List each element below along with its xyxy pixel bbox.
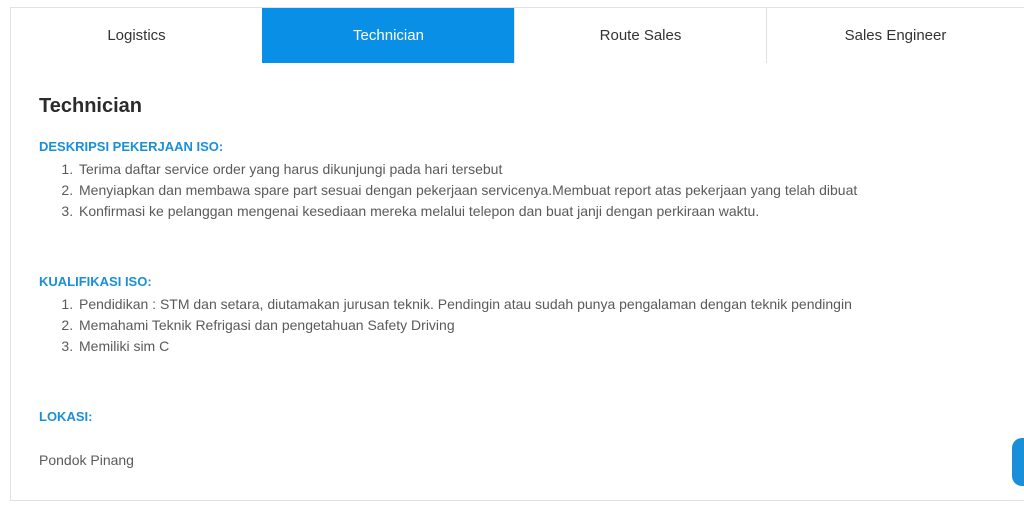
- list-item: Pendidikan : STM dan setara, diutamakan …: [77, 294, 1007, 315]
- tab-sales-engineer[interactable]: Sales Engineer: [766, 8, 1024, 64]
- tab-route-sales[interactable]: Route Sales: [514, 8, 766, 64]
- tab-technician[interactable]: Technician: [262, 8, 514, 64]
- chat-launcher-icon[interactable]: [1012, 438, 1024, 486]
- qualification-list: Pendidikan : STM dan setara, diutamakan …: [39, 294, 1007, 357]
- description-list: Terima daftar service order yang harus d…: [39, 159, 1007, 222]
- list-item: Konfirmasi ke pelanggan mengenai kesedia…: [77, 201, 1007, 222]
- list-item: Memiliki sim C: [77, 336, 1007, 357]
- job-detail-panel: Technician DESKRIPSI PEKERJAAN ISO: Teri…: [10, 63, 1024, 501]
- job-title: Technician: [39, 95, 142, 117]
- qualification-heading: KUALIFIKASI ISO:: [39, 274, 152, 289]
- description-heading: DESKRIPSI PEKERJAAN ISO:: [39, 139, 224, 154]
- list-item: Memahami Teknik Refrigasi dan pengetahua…: [77, 315, 1007, 336]
- location-value: Pondok Pinang: [39, 452, 134, 468]
- job-tabs: Logistics Technician Route Sales Sales E…: [10, 7, 1024, 64]
- location-heading: LOKASI:: [39, 409, 93, 424]
- list-item: Terima daftar service order yang harus d…: [77, 159, 1007, 180]
- list-item: Menyiapkan dan membawa spare part sesuai…: [77, 180, 1007, 201]
- tab-logistics[interactable]: Logistics: [10, 8, 262, 64]
